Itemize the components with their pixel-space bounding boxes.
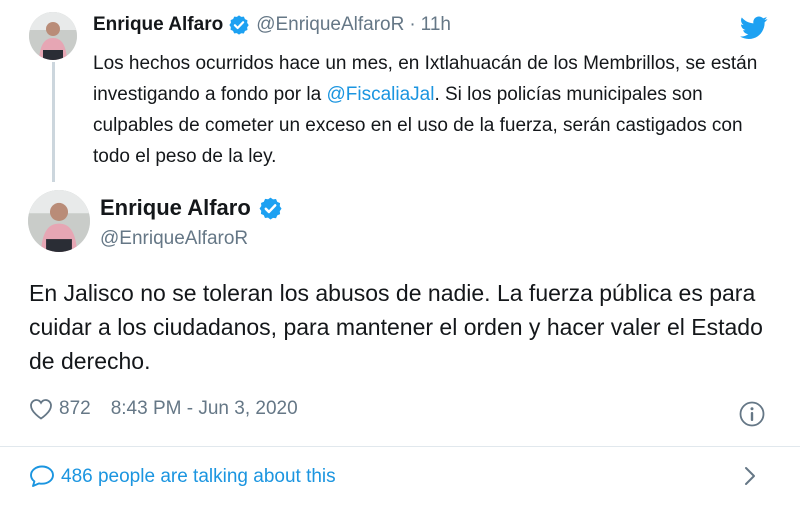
parent-author-handle[interactable]: @EnriqueAlfaroR [256,14,404,36]
main-author-row: Enrique Alfaro [100,195,283,221]
separator-dot: · [409,14,416,35]
avatar-photo [28,190,90,252]
parent-tweet-time[interactable]: 11h [421,14,451,36]
main-author-name[interactable]: Enrique Alfaro [100,195,251,221]
twitter-bird-icon[interactable] [740,16,768,40]
verified-badge-icon [228,14,250,36]
parent-avatar[interactable] [29,12,77,60]
thread-connector-line [52,62,55,182]
main-tweet-text: En Jalisco no se toleran los abusos de n… [29,280,763,374]
conversation-count-label[interactable]: 486 people are talking about this [61,466,336,488]
info-icon[interactable] [738,400,766,428]
parent-tweet-header: Enrique Alfaro @EnriqueAlfaroR · 11h [93,14,451,36]
main-author-handle[interactable]: @EnriqueAlfaroR [100,228,248,250]
parent-tweet-text: Los hechos ocurridos hace un mes, en Ixt… [93,48,783,172]
tweet-timestamp[interactable]: 8:43 PM - Jun 3, 2020 [111,398,298,420]
verified-badge-icon [258,196,283,221]
parent-author-name[interactable]: Enrique Alfaro [93,14,223,36]
conversation-link[interactable]: 486 people are talking about this [0,447,800,506]
like-count[interactable]: 872 [59,398,91,420]
mention-link[interactable]: @FiscaliaJal [326,84,434,105]
speech-bubble-icon [29,464,55,488]
heart-icon[interactable] [29,398,53,420]
main-avatar[interactable] [28,190,90,252]
avatar-photo [29,12,77,60]
tweet-meta-row: 872 8:43 PM - Jun 3, 2020 [29,398,298,420]
chevron-right-icon[interactable] [742,464,758,488]
